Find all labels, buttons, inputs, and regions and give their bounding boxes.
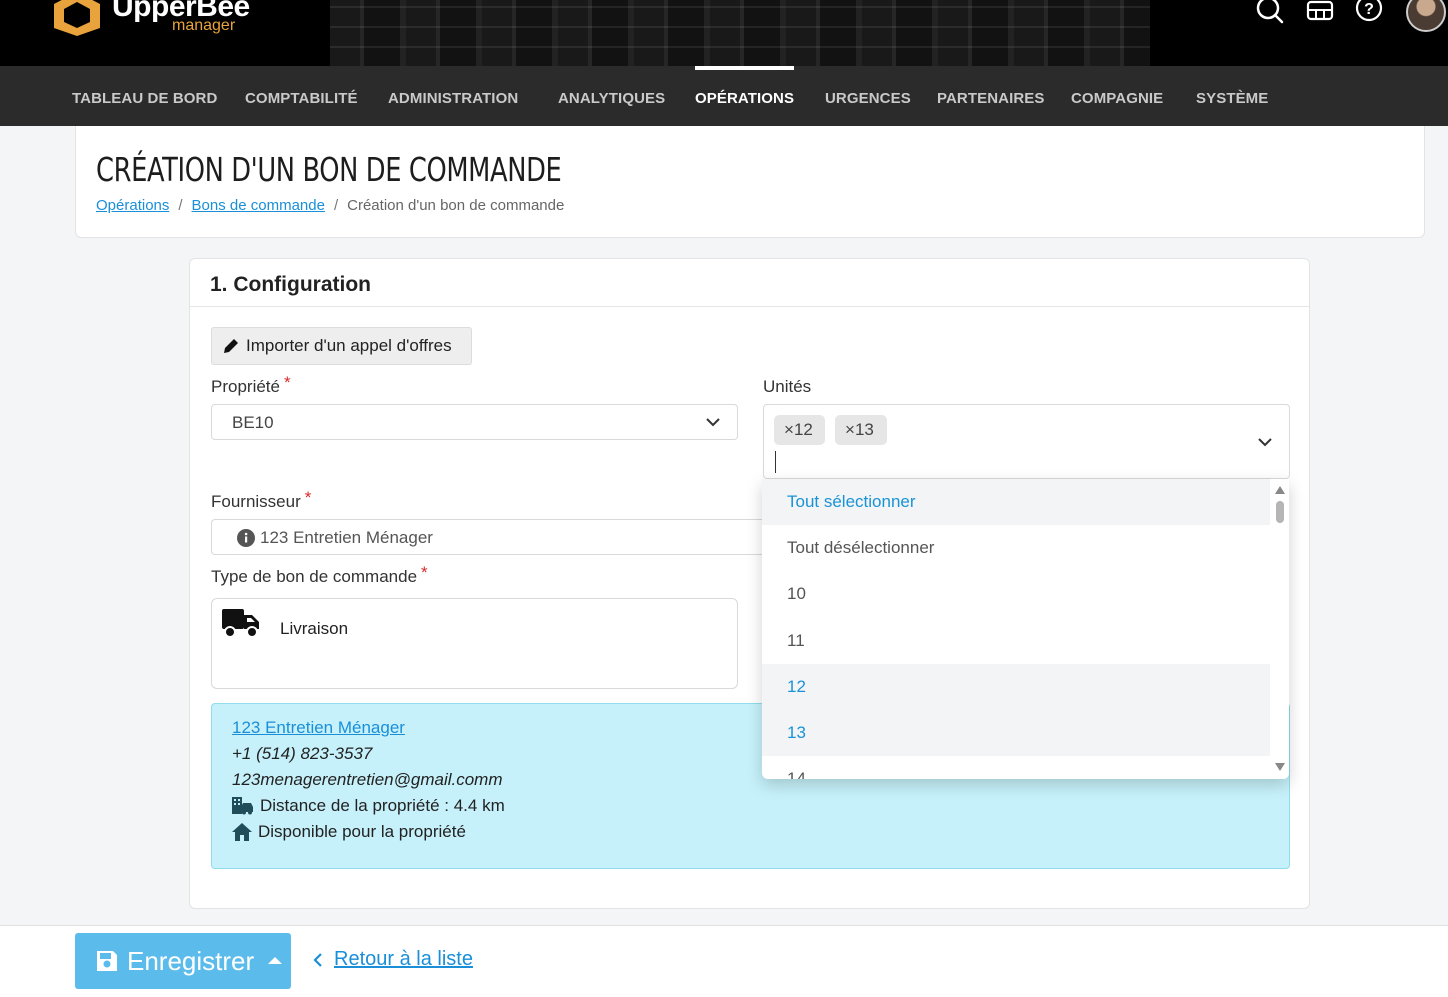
nav-item-analytiques[interactable]: ANALYTIQUES — [558, 90, 665, 107]
nav-item-tableau-de-bord[interactable]: TABLEAU DE BORD — [72, 90, 217, 107]
pencil-icon — [224, 339, 238, 353]
supplier-availability-row: Disponible pour la propriété — [232, 822, 466, 842]
property-select-value: BE10 — [232, 413, 274, 432]
order-type-value: Livraison — [280, 619, 349, 638]
chevron-down-icon[interactable] — [1257, 434, 1273, 450]
svg-text:?: ? — [1364, 1, 1374, 18]
dropdown-option-unit-selected[interactable]: 13 — [762, 710, 1270, 756]
supplier-phone: +1 (514) 823-3537 — [232, 744, 373, 763]
nav-item-administration[interactable]: ADMINISTRATION — [388, 90, 518, 107]
text-cursor — [775, 451, 776, 473]
dropdown-option-deselect-all[interactable]: Tout désélectionner — [762, 525, 1270, 571]
nav-item-operations[interactable]: OPÉRATIONS — [695, 90, 794, 107]
save-button[interactable]: Enregistrer — [75, 933, 291, 989]
order-type-label-text: Type de bon de commande — [211, 567, 418, 586]
dropdown-option-unit[interactable]: 10 — [762, 571, 1270, 617]
dropdown-option-unit-selected[interactable]: 12 — [762, 664, 1270, 710]
nav-item-compagnie[interactable]: COMPAGNIE — [1071, 90, 1163, 107]
breadcrumb-separator: / — [178, 197, 183, 214]
unit-tag[interactable]: × 12 — [774, 415, 825, 445]
import-tender-label: Importer d'un appel d'offres — [246, 336, 452, 355]
property-label-text: Propriété — [211, 377, 280, 396]
home-icon — [232, 823, 252, 841]
logo-hexagon-icon — [54, 0, 100, 36]
scroll-up-arrow-icon[interactable] — [1275, 486, 1285, 494]
nav-item-systeme[interactable]: SYSTÈME — [1196, 90, 1268, 107]
breadcrumb-current: Création d'un bon de commande — [347, 197, 565, 214]
breadcrumb-link-operations[interactable]: Opérations — [96, 197, 169, 214]
supplier-email: 123menagerentretien@gmail.comm — [232, 770, 503, 789]
tag-value: 12 — [793, 420, 813, 439]
page-header: CRÉATION D'UN BON DE COMMANDE Opérations… — [75, 126, 1425, 238]
dropdown-option-select-all[interactable]: Tout sélectionner — [762, 479, 1270, 525]
breadcrumb-link-bons-de-commande[interactable]: Bons de commande — [192, 197, 325, 214]
main-navigation: TABLEAU DE BORD COMPTABILITÉ ADMINISTRAT… — [0, 66, 1448, 126]
search-icon[interactable] — [1255, 0, 1285, 30]
supplier-label: Fournisseur * — [211, 488, 311, 512]
import-tender-button[interactable]: Importer d'un appel d'offres — [211, 327, 472, 365]
caret-up-icon — [268, 957, 283, 964]
user-avatar[interactable] — [1406, 0, 1446, 32]
supplier-availability: Disponible pour la propriété — [258, 822, 466, 841]
supplier-select[interactable]: 123 Entretien Ménager — [211, 519, 771, 555]
truck-icon — [222, 609, 259, 638]
page-title: CRÉATION D'UN BON DE COMMANDE — [96, 150, 562, 189]
floppy-disk-icon — [97, 951, 117, 971]
supplier-label-text: Fournisseur — [211, 492, 301, 511]
tag-remove-icon[interactable]: × — [784, 420, 794, 440]
required-marker: * — [283, 373, 291, 392]
building-car-icon — [232, 797, 253, 815]
tag-remove-icon[interactable]: × — [845, 420, 855, 440]
supplier-select-value: 123 Entretien Ménager — [260, 528, 433, 547]
back-to-list-link[interactable]: Retour à la liste — [312, 948, 473, 971]
breadcrumb: Opérations / Bons de commande / Création d'u… — [96, 197, 564, 214]
nav-item-partenaires[interactable]: PARTENAIRES — [937, 90, 1045, 107]
chevron-down-icon — [706, 418, 720, 427]
supplier-distance: Distance de la propriété : 4.4 km — [260, 796, 505, 815]
unit-tag[interactable]: × 13 — [835, 415, 887, 445]
units-label: Unités — [763, 377, 812, 396]
property-label: Propriété * — [211, 373, 291, 397]
chevron-left-icon — [313, 952, 322, 967]
action-bar: Enregistrer Retour à la liste — [0, 925, 1448, 997]
section-divider — [190, 306, 1309, 307]
supplier-distance-row: Distance de la propriété : 4.4 km — [232, 796, 505, 816]
info-circle-icon — [237, 529, 255, 547]
tag-value: 13 — [854, 420, 874, 439]
order-type-label: Type de bon de commande * — [211, 563, 428, 587]
section-title: 1. Configuration — [210, 273, 371, 296]
dropdown-scrollbar[interactable] — [1270, 479, 1289, 779]
supplier-info-name-row: 123 Entretien Ménager — [232, 718, 405, 738]
required-marker: * — [304, 488, 312, 507]
scrollbar-thumb[interactable] — [1276, 501, 1284, 523]
nav-item-comptabilite[interactable]: COMPTABILITÉ — [245, 90, 358, 107]
nav-item-urgences[interactable]: URGENCES — [825, 90, 911, 107]
property-select[interactable]: BE10 — [211, 404, 738, 440]
help-icon[interactable]: ? — [1354, 0, 1384, 30]
banner-background-overlay — [330, 0, 1150, 66]
dashboard-icon[interactable] — [1305, 0, 1335, 30]
save-button-label: Enregistrer — [127, 945, 255, 976]
units-dropdown-menu: Tout sélectionner Tout désélectionner 10… — [762, 479, 1289, 779]
units-multiselect[interactable]: × 12 × 13 — [763, 404, 1290, 479]
logo-subtext: manager — [172, 17, 236, 34]
top-banner: UpperBee manager ? — [0, 0, 1448, 66]
back-to-list-label: Retour à la liste — [334, 948, 473, 970]
nav-active-indicator — [695, 66, 794, 70]
dropdown-option-unit[interactable]: 11 — [762, 618, 1270, 664]
scroll-down-arrow-icon[interactable] — [1275, 763, 1285, 771]
breadcrumb-separator: / — [333, 197, 339, 214]
dropdown-option-unit[interactable]: 14 — [762, 756, 1270, 779]
supplier-name-link[interactable]: 123 Entretien Ménager — [232, 718, 405, 738]
required-marker: * — [421, 563, 428, 582]
order-type-option-livraison[interactable]: Livraison — [211, 598, 738, 689]
